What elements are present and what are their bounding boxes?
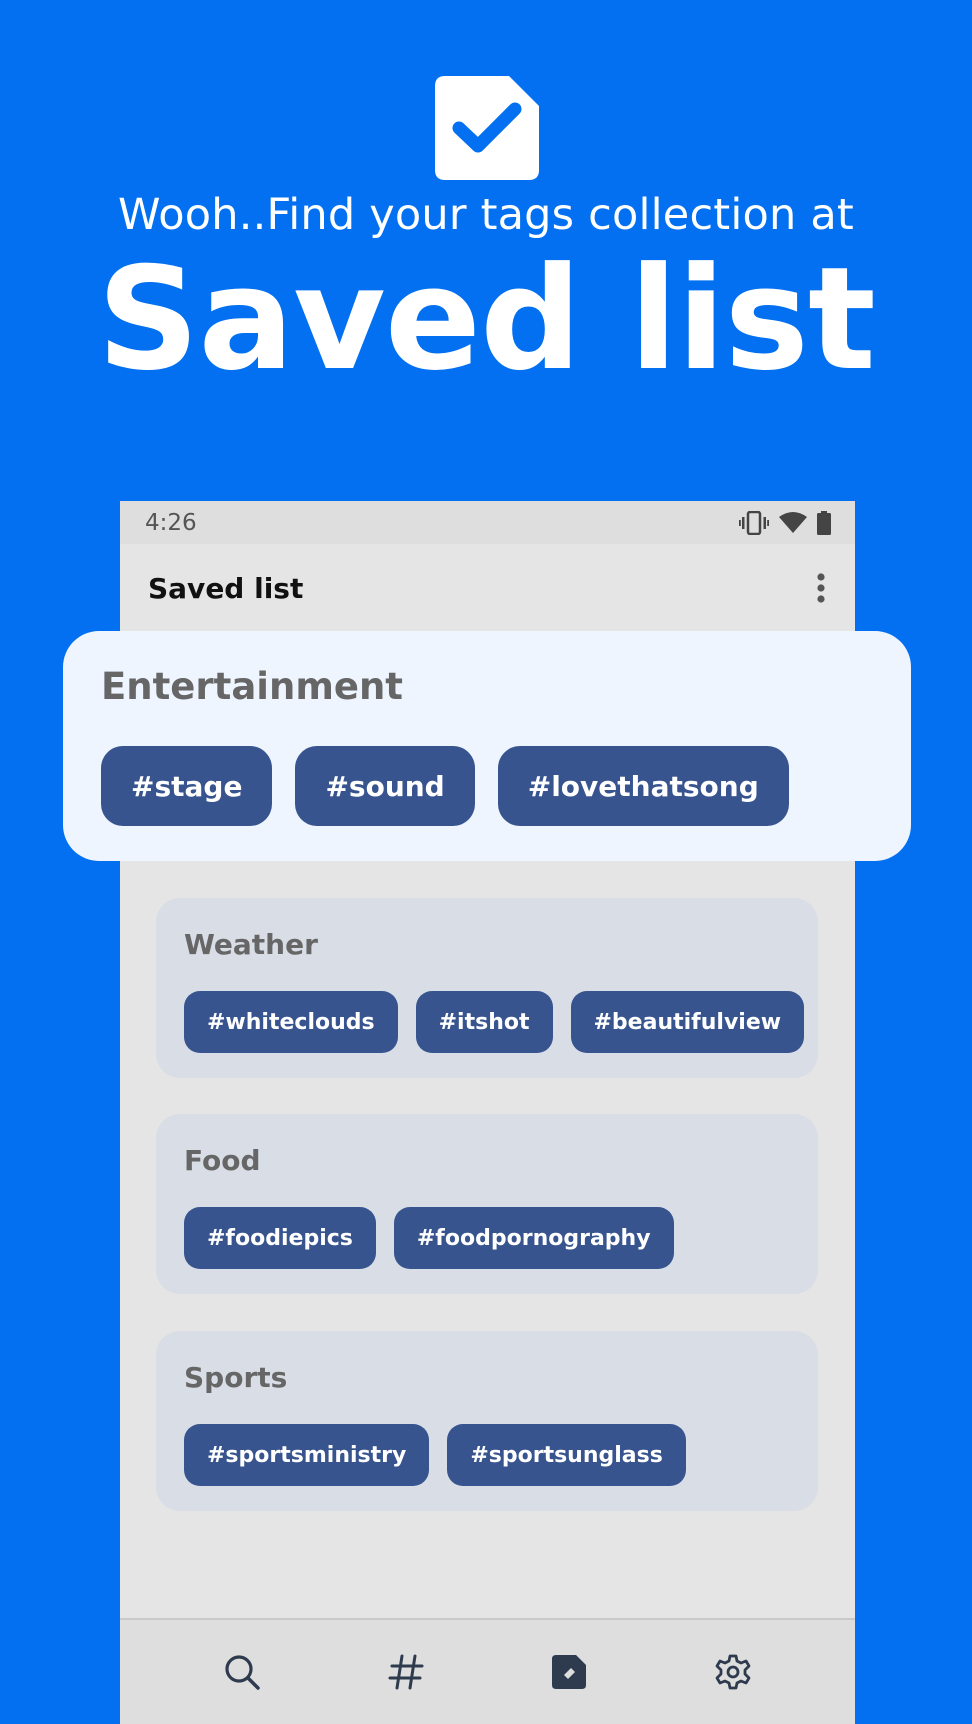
nav-hashtag[interactable] [376,1642,436,1702]
status-time: 4:26 [145,509,197,536]
tag-chip[interactable]: #foodpornography [393,1207,674,1269]
tag-list: #sportsministry #sportsunglass [184,1424,790,1486]
app-bar-title: Saved list [148,571,304,605]
hero-title: Saved list [97,237,876,402]
nav-search[interactable] [212,1642,272,1702]
bottom-nav [120,1618,855,1724]
featured-tag-chip[interactable]: #sound [295,746,475,826]
app-bar: Saved list [120,544,855,632]
saved-tag-icon [552,1655,587,1689]
hero-subtitle: Wooh..Find your tags collection at [118,190,854,240]
checked-document-icon [435,76,539,180]
nav-settings[interactable] [703,1642,763,1702]
featured-collection-card[interactable]: Entertainment #stage #sound #lovethatson… [63,631,911,861]
wifi-icon [779,511,807,533]
tag-chip[interactable]: #itshot [415,991,553,1053]
tag-chip[interactable]: #sportsministry [184,1424,430,1486]
featured-collection-title: Entertainment [101,665,403,708]
search-icon [225,1655,260,1690]
status-bar: 4:26 [120,501,855,544]
featured-tag-chip[interactable]: #stage [101,746,273,826]
tag-chip[interactable]: #whiteclouds [184,991,398,1053]
collection-card-food[interactable]: Food #foodiepics #foodpornography [156,1114,818,1294]
more-vert-icon[interactable] [815,573,827,603]
vibrate-icon [739,510,769,535]
collection-title: Sports [184,1361,288,1394]
collection-title: Weather [184,928,318,961]
nav-saved[interactable] [539,1642,599,1702]
tag-chip[interactable]: #beautifulview [570,991,805,1053]
featured-tag-chip[interactable]: #lovethatsong [497,746,789,826]
collection-card-sports[interactable]: Sports #sportsministry #sportsunglass [156,1331,818,1511]
tag-list: #whiteclouds #itshot #beautifulview [184,991,805,1053]
tag-list: #foodiepics #foodpornography [184,1207,790,1269]
tag-chip[interactable]: #foodiepics [184,1207,376,1269]
battery-icon [817,510,831,535]
collection-title: Food [184,1144,261,1177]
tag-chip[interactable]: #sportsunglass [447,1424,686,1486]
hashtag-icon [388,1654,424,1690]
collection-card-weather[interactable]: Weather #whiteclouds #itshot #beautifulv… [156,898,818,1078]
featured-tag-list: #stage #sound #lovethatsong [101,746,873,826]
settings-icon [715,1654,751,1690]
status-icons [739,510,831,535]
